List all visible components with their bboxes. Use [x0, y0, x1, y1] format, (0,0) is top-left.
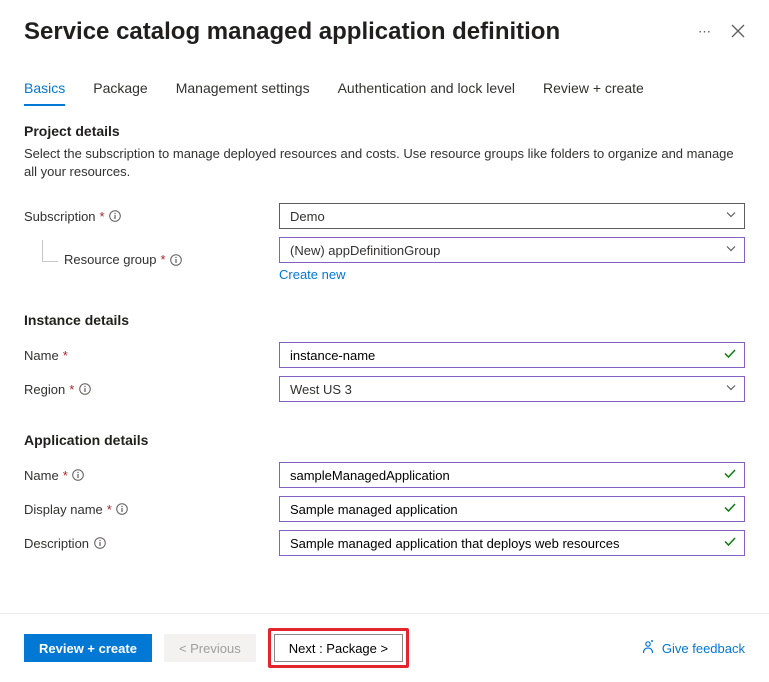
tab-review-create[interactable]: Review + create [543, 74, 644, 106]
create-new-link[interactable]: Create new [279, 267, 345, 282]
application-details-heading: Application details [24, 432, 745, 448]
subscription-select[interactable]: Demo [279, 203, 745, 229]
required-indicator: * [107, 502, 112, 517]
tab-authentication[interactable]: Authentication and lock level [338, 74, 515, 106]
tab-management-settings[interactable]: Management settings [176, 74, 310, 106]
region-select[interactable]: West US 3 [279, 376, 745, 402]
tree-indent-line [42, 240, 58, 262]
feedback-icon [640, 639, 656, 658]
give-feedback-link[interactable]: Give feedback [640, 639, 745, 658]
tab-basics[interactable]: Basics [24, 74, 65, 106]
project-details-heading: Project details [24, 123, 745, 139]
previous-button: < Previous [164, 634, 256, 662]
page-title: Service catalog managed application defi… [24, 18, 560, 46]
close-icon[interactable] [731, 24, 745, 41]
display-name-label: Display name [24, 502, 103, 517]
info-icon[interactable] [78, 383, 91, 396]
info-icon[interactable] [116, 503, 129, 516]
info-icon[interactable] [72, 469, 85, 482]
region-value: West US 3 [290, 382, 352, 397]
app-name-input[interactable] [279, 462, 745, 488]
region-label: Region [24, 382, 65, 397]
subscription-label: Subscription [24, 209, 96, 224]
next-button-highlight: Next : Package > [268, 628, 409, 668]
required-indicator: * [161, 252, 166, 267]
resource-group-select[interactable]: (New) appDefinitionGroup [279, 237, 745, 263]
instance-name-input[interactable] [279, 342, 745, 368]
info-icon[interactable] [109, 210, 122, 223]
tabs: Basics Package Management settings Authe… [24, 74, 745, 107]
required-indicator: * [63, 348, 68, 363]
info-icon[interactable] [170, 253, 183, 266]
subscription-value: Demo [290, 209, 325, 224]
resource-group-value: (New) appDefinitionGroup [290, 243, 440, 258]
resource-group-label: Resource group [64, 252, 157, 267]
instance-details-heading: Instance details [24, 312, 745, 328]
app-name-label: Name [24, 468, 59, 483]
next-button[interactable]: Next : Package > [274, 634, 403, 662]
review-create-button[interactable]: Review + create [24, 634, 152, 662]
required-indicator: * [69, 382, 74, 397]
footer: Review + create < Previous Next : Packag… [0, 613, 769, 682]
project-details-desc: Select the subscription to manage deploy… [24, 145, 745, 181]
info-icon[interactable] [93, 537, 106, 550]
required-indicator: * [63, 468, 68, 483]
display-name-input[interactable] [279, 496, 745, 522]
more-icon[interactable]: ⋯ [698, 24, 711, 40]
instance-name-label: Name [24, 348, 59, 363]
required-indicator: * [100, 209, 105, 224]
tab-package[interactable]: Package [93, 74, 147, 106]
feedback-label: Give feedback [662, 641, 745, 656]
description-label: Description [24, 536, 89, 551]
description-input[interactable] [279, 530, 745, 556]
